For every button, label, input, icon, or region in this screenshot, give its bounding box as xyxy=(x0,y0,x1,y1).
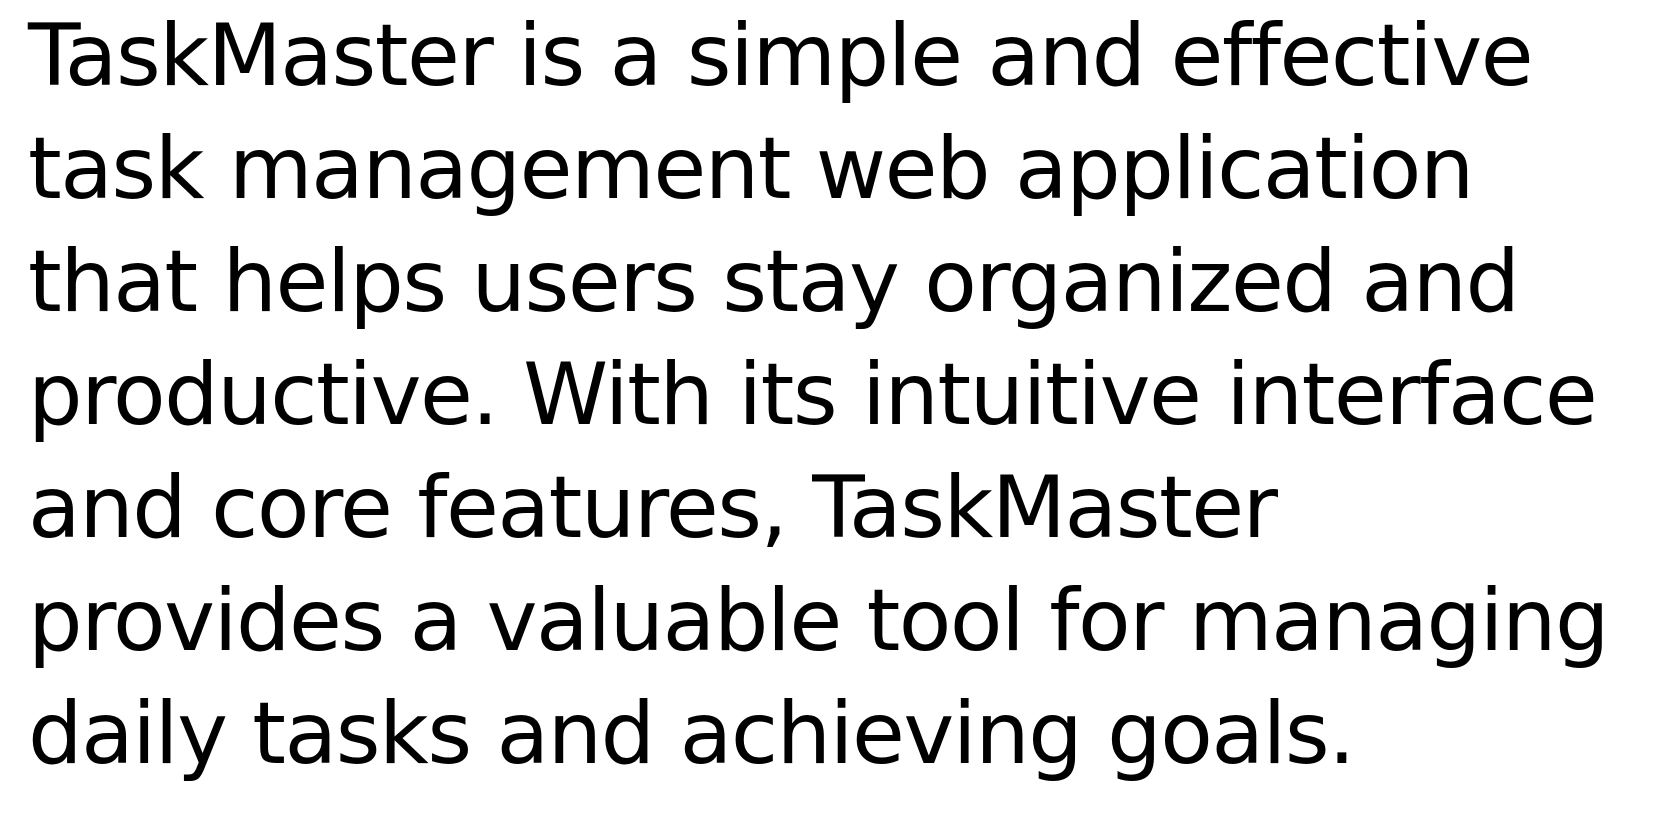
paragraph-line-6: provides a valuable tool for managing xyxy=(28,571,1610,671)
description-paragraph: TaskMaster is a simple and effective tas… xyxy=(28,0,1610,791)
paragraph-line-3: that helps users stay organized and xyxy=(28,232,1520,332)
paragraph-line-7: daily tasks and achieving goals. xyxy=(28,684,1356,784)
paragraph-line-1: TaskMaster is a simple and effective xyxy=(28,6,1534,106)
paragraph-line-2: task management web application xyxy=(28,119,1474,219)
page: TaskMaster is a simple and effective tas… xyxy=(0,0,1670,826)
paragraph-line-4: productive. With its intuitive interface xyxy=(28,345,1598,445)
paragraph-line-5: and core features, TaskMaster xyxy=(28,458,1278,558)
